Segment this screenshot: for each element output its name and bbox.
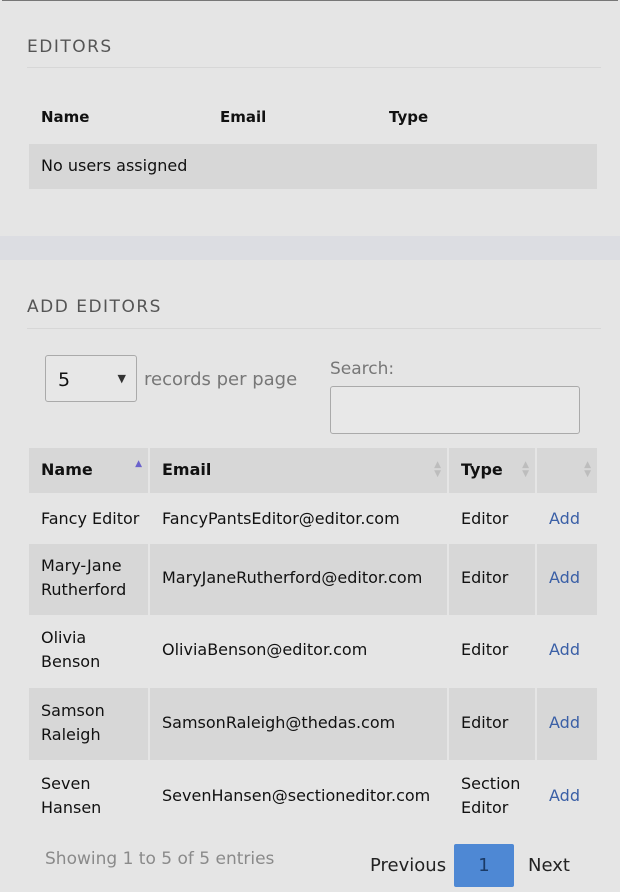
table-row: Samson Raleigh SamsonRaleigh@thedas.com … xyxy=(29,688,597,760)
page-1-button[interactable]: 1 xyxy=(454,844,514,887)
row-name: Mary-Jane Rutherford xyxy=(41,556,127,599)
row-email: MaryJaneRutherford@editor.com xyxy=(162,568,423,587)
row-email: SevenHansen@sectioneditor.com xyxy=(162,786,431,805)
search-label: Search: xyxy=(330,359,395,379)
row-name: Samson Raleigh xyxy=(41,701,105,744)
col-header-type[interactable]: Type ▲ ▼ xyxy=(449,448,535,493)
sort-both-icon: ▲ ▼ xyxy=(522,460,529,479)
col-header-action[interactable]: ▲ ▼ xyxy=(537,448,597,493)
table-row: Mary-Jane Rutherford MaryJaneRutherford@… xyxy=(29,544,597,615)
row-email: FancyPantsEditor@editor.com xyxy=(162,509,400,528)
sort-both-icon: ▲ ▼ xyxy=(434,460,441,479)
add-button[interactable]: Add xyxy=(549,711,580,735)
page-size-select[interactable]: 5 ▼ xyxy=(45,355,137,402)
row-email: OliviaBenson@editor.com xyxy=(162,640,368,659)
add-editors-panel: ADD EDITORS 5 ▼ records per page Search:… xyxy=(2,260,618,892)
records-per-page-label: records per page xyxy=(144,369,298,390)
col-header-name[interactable]: Name ▲ xyxy=(29,448,148,493)
row-type: Editor xyxy=(461,640,509,659)
empty-text: No users assigned xyxy=(41,156,188,175)
search-input[interactable] xyxy=(330,386,580,434)
row-email: SamsonRaleigh@thedas.com xyxy=(162,713,396,732)
empty-row: No users assigned xyxy=(29,144,597,189)
add-button[interactable]: Add xyxy=(549,507,580,531)
col-header-email[interactable]: Email ▲ ▼ xyxy=(150,448,447,493)
editors-panel: EDITORS Name Email Type No users assigne… xyxy=(2,0,618,236)
row-type: Editor xyxy=(461,713,509,732)
add-button[interactable]: Add xyxy=(549,638,580,662)
page-size-value: 5 xyxy=(58,369,71,391)
add-button[interactable]: Add xyxy=(549,784,580,808)
sort-both-icon: ▲ ▼ xyxy=(584,460,591,479)
table-row: Seven Hansen SevenHansen@sectioneditor.c… xyxy=(29,760,597,833)
editors-title: EDITORS xyxy=(27,37,113,57)
divider xyxy=(27,328,601,329)
col-header-email-label: Email xyxy=(162,460,212,479)
caret-down-icon: ▼ xyxy=(117,372,126,385)
row-type: Editor xyxy=(461,568,509,587)
next-button[interactable]: Next xyxy=(528,855,570,876)
editors-col-name: Name xyxy=(41,108,90,126)
col-header-type-label: Type xyxy=(461,460,503,479)
add-editors-title: ADD EDITORS xyxy=(27,297,162,317)
sort-asc-icon: ▲ xyxy=(135,459,142,469)
table-row: Olivia Benson OliviaBenson@editor.com Ed… xyxy=(29,615,597,688)
previous-button[interactable]: Previous xyxy=(370,855,446,876)
add-button[interactable]: Add xyxy=(549,566,580,590)
row-name: Seven Hansen xyxy=(41,774,102,817)
row-name: Olivia Benson xyxy=(41,628,101,671)
editors-col-type: Type xyxy=(389,108,429,126)
row-name: Fancy Editor xyxy=(41,509,140,528)
col-header-name-label: Name xyxy=(41,460,93,479)
panel-gap xyxy=(0,236,620,260)
divider xyxy=(27,67,601,68)
table-row: Fancy Editor FancyPantsEditor@editor.com… xyxy=(29,495,597,544)
row-type: Editor xyxy=(461,509,509,528)
editors-col-email: Email xyxy=(220,108,267,126)
row-type: Section Editor xyxy=(461,774,521,817)
table-info: Showing 1 to 5 of 5 entries xyxy=(45,849,275,869)
